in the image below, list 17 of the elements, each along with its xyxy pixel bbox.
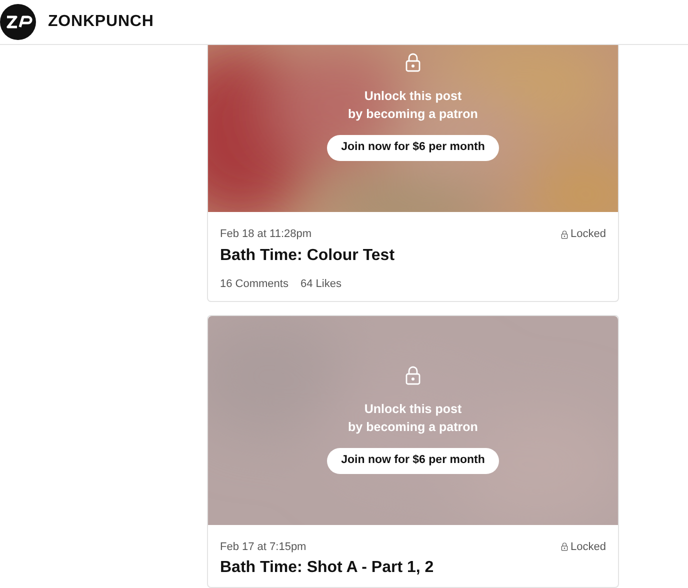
post-date: Feb 18 at 11:28pm [220,227,312,242]
join-button[interactable]: Join now for $6 per month [327,135,499,161]
unlock-message: Unlock this post by becoming a patron [348,88,478,123]
likes-count[interactable]: 64 Likes [300,276,342,290]
comments-count[interactable]: 16 Comments [220,276,288,290]
post-title: Bath Time: Shot A - Part 1, 2 [220,559,435,577]
post-title: Bath Time: Colour Test [220,246,396,264]
post-date: Feb 17 at 7:15pm [220,540,306,554]
unlock-message: Unlock this post by becoming a patron [348,400,478,436]
locked-status: Locked [560,538,606,555]
join-button[interactable]: Join now for $6 per month [327,448,499,474]
small-lock-icon [560,542,568,552]
locked-status: Locked [560,226,606,242]
lock-icon [405,364,421,386]
brand-name: ZONKPUNCH [48,12,154,32]
small-lock-icon [560,230,568,239]
lock-icon [405,51,421,73]
